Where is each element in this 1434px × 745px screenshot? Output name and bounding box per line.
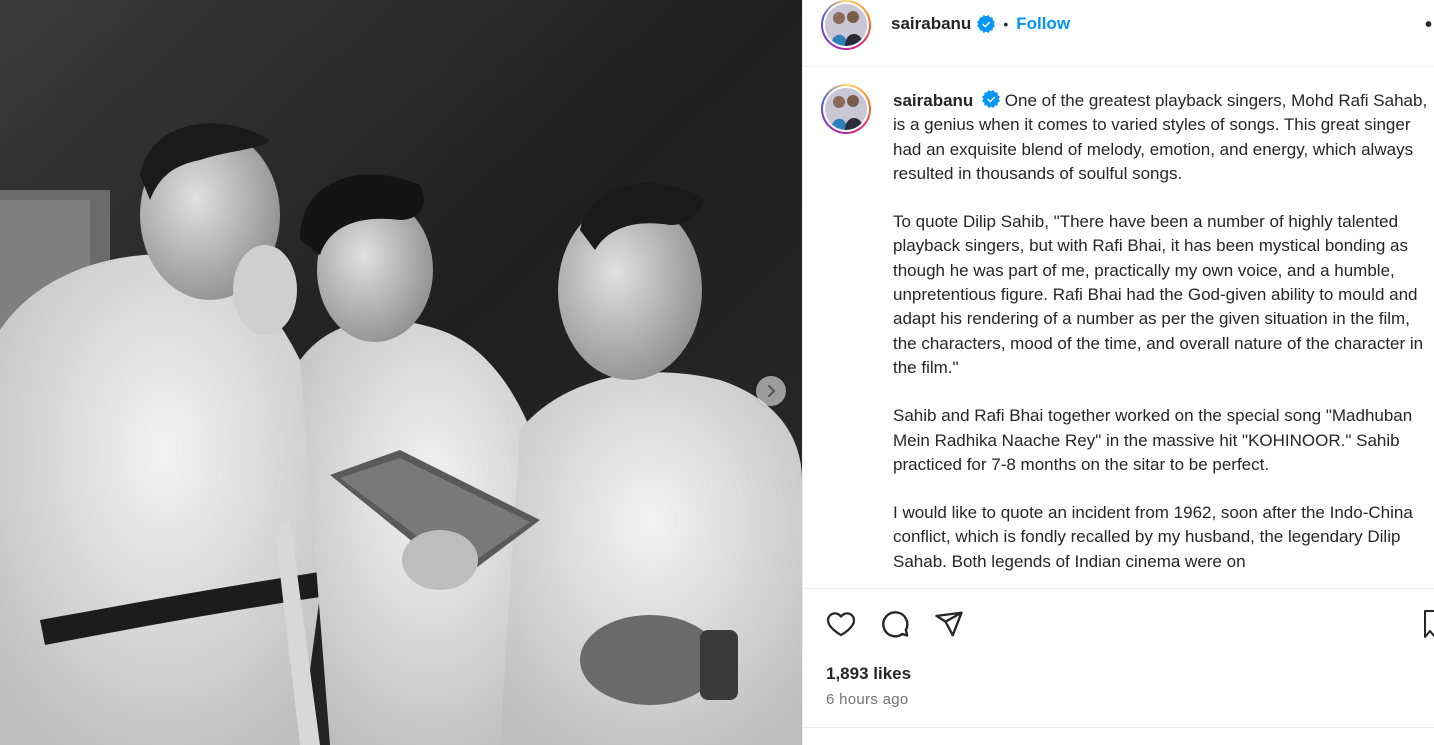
caption-paragraph: I would like to quote an incident from 1… (893, 503, 1413, 571)
bookmark-icon (1424, 610, 1434, 638)
share-icon (935, 611, 963, 637)
next-image-button[interactable] (756, 376, 786, 406)
comment-icon (882, 611, 909, 638)
post-media[interactable] (0, 0, 802, 745)
separator-dot: • (1003, 16, 1009, 32)
caption-paragraph: sairabanu One of the greatest playback s… (893, 89, 1434, 186)
likes-count[interactable]: 1,893 likes (826, 664, 911, 684)
header-username[interactable]: sairabanu (891, 14, 971, 34)
heart-icon (826, 612, 856, 637)
post-header: sairabanu • Follow • (803, 0, 1434, 67)
avatar-image (825, 88, 867, 130)
share-button[interactable] (933, 608, 973, 640)
caption-paragraph: To quote Dilip Sahib, "There have been a… (893, 212, 1424, 377)
chevron-right-icon (768, 385, 775, 397)
caption-scroll-area[interactable]: sairabanu One of the greatest playback s… (803, 68, 1434, 588)
post-photo (0, 0, 802, 745)
post-sidebar: sairabanu • Follow • sairabanu One of th… (802, 0, 1434, 745)
follow-button[interactable]: Follow (1016, 14, 1070, 34)
verified-badge-icon (982, 90, 1001, 108)
comment-button[interactable] (879, 608, 919, 640)
like-button[interactable] (825, 608, 865, 640)
divider (803, 727, 1434, 728)
avatar-image (825, 4, 867, 46)
caption-paragraph: Sahib and Rafi Bhai together worked on t… (893, 406, 1413, 474)
save-button[interactable] (1423, 609, 1434, 644)
caption-avatar[interactable] (821, 84, 871, 134)
avatar[interactable] (821, 0, 871, 50)
post-caption: sairabanu One of the greatest playback s… (893, 89, 1434, 588)
caption-text-1: One of the greatest playback singers, Mo… (893, 91, 1428, 183)
caption-username[interactable]: sairabanu (893, 91, 973, 110)
post-actions: 1,893 likes 6 hours ago (803, 588, 1434, 728)
more-options-icon[interactable]: • (1425, 14, 1432, 37)
post-timestamp[interactable]: 6 hours ago (826, 691, 909, 708)
verified-badge-icon (977, 15, 996, 33)
